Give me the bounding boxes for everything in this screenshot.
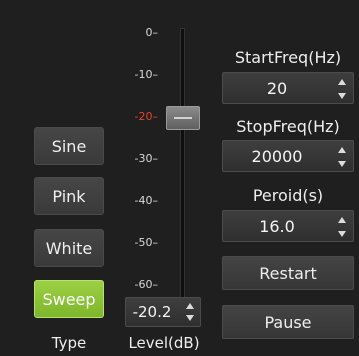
level-tick-40: -40– [134,194,158,207]
start-freq-down-arrow-icon[interactable] [338,93,346,99]
level-spinbox[interactable]: -20.2 [125,297,201,327]
level-down-arrow-icon[interactable] [186,315,194,321]
start-freq-value: 20 [266,78,288,98]
level-up-arrow-icon[interactable] [186,303,194,309]
signal-generator-panel: Sine Pink White Sweep Type 0– -10– -20– … [0,0,359,356]
period-up-arrow-icon[interactable] [338,217,346,223]
level-tick-60: -60– [134,278,158,291]
level-tick-50: -50– [134,236,158,249]
slider-grip-line [174,117,192,119]
sine-button[interactable]: Sine [34,127,104,165]
sweep-button[interactable]: Sweep [34,280,104,318]
level-tick-0: 0– [145,26,159,39]
stop-freq-label: StopFreq(Hz) [236,117,340,136]
stop-freq-up-arrow-icon[interactable] [338,147,346,153]
start-freq-label: StartFreq(Hz) [234,48,342,67]
period-label: Peroid(s) [252,186,324,205]
level-value: -20.2 [132,303,172,321]
restart-button[interactable]: Restart [222,256,354,290]
start-freq-spinbox[interactable]: 20 [222,72,354,104]
period-spinbox[interactable]: 16.0 [222,210,354,242]
stop-freq-down-arrow-icon[interactable] [338,161,346,167]
stop-freq-value: 20000 [251,146,303,166]
type-label: Type [51,334,87,352]
white-button[interactable]: White [34,229,104,267]
stop-freq-spinbox[interactable]: 20000 [222,140,354,172]
level-slider-handle[interactable] [166,106,200,130]
start-freq-up-arrow-icon[interactable] [338,79,346,85]
level-tick-20: -20– [134,110,158,123]
pink-button[interactable]: Pink [34,177,104,215]
level-tick-30: -30– [134,152,158,165]
period-value: 16.0 [259,216,295,236]
level-tick-10: -10– [134,68,158,81]
level-slider-track[interactable] [180,28,185,298]
level-label: Level(dB) [128,334,200,352]
period-down-arrow-icon[interactable] [338,231,346,237]
pause-button[interactable]: Pause [222,305,354,339]
